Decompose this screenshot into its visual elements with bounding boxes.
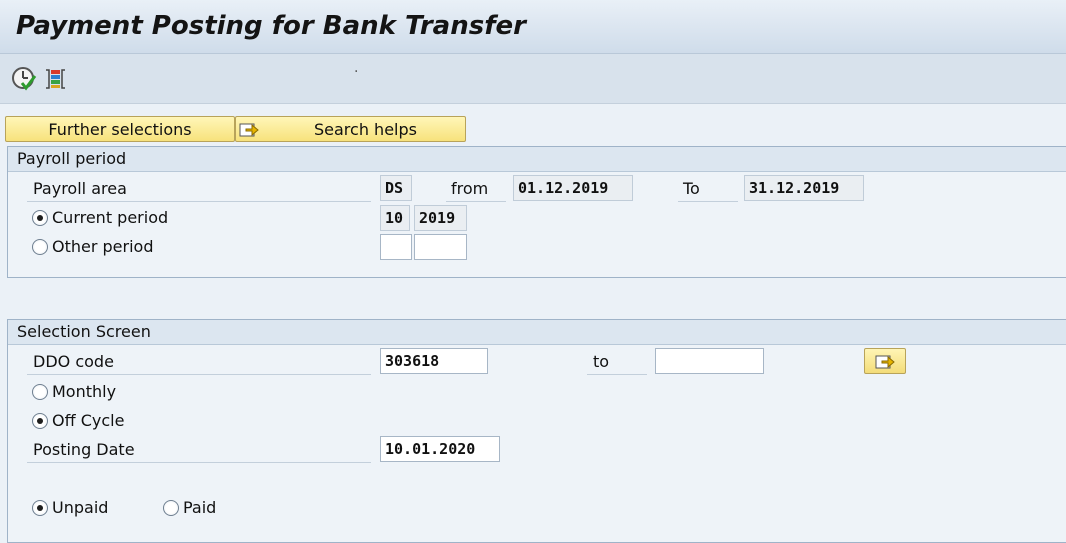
page-title: Payment Posting for Bank Transfer (16, 11, 526, 41)
payroll-area-label: Payroll area (33, 179, 127, 198)
search-helps-button[interactable]: Search helps (235, 116, 466, 142)
to-date-field: 31.12.2019 (744, 175, 864, 201)
payroll-area-underline (27, 201, 371, 202)
variants-list-icon[interactable] (42, 65, 70, 93)
paid-radio[interactable] (163, 500, 179, 516)
other-period-number-field[interactable] (380, 234, 412, 260)
ddo-code-underline (27, 374, 371, 375)
content-area: Further selections Search helps Payroll … (0, 104, 1066, 543)
off-cycle-label: Off Cycle (52, 411, 125, 430)
ddo-code-label: DDO code (33, 352, 114, 371)
off-cycle-radio[interactable] (32, 413, 48, 429)
posting-date-underline (27, 462, 371, 463)
application-toolbar: · (0, 54, 1066, 104)
from-label: from (451, 179, 489, 198)
ddo-to-underline (587, 374, 647, 375)
posting-date-label: Posting Date (33, 440, 135, 459)
multiple-selection-icon (874, 351, 896, 375)
current-period-label: Current period (52, 208, 169, 227)
to-label: To (683, 179, 700, 198)
ddo-code-field[interactable]: 303618 (380, 348, 488, 374)
payroll-period-header: Payroll period (8, 147, 1066, 172)
search-helps-label: Search helps (314, 120, 417, 139)
to-underline (678, 201, 738, 202)
other-period-year-field[interactable] (414, 234, 467, 260)
unpaid-radio[interactable] (32, 500, 48, 516)
search-helps-icon (238, 119, 260, 147)
payroll-area-field: DS (380, 175, 412, 201)
ddo-code-to-field[interactable] (655, 348, 764, 374)
current-period-radio[interactable] (32, 210, 48, 226)
toolbar-dot: · (354, 64, 359, 80)
paid-label: Paid (183, 498, 217, 517)
ddo-to-label: to (593, 352, 610, 371)
selection-screen-header: Selection Screen (8, 320, 1066, 345)
payroll-period-frame: Payroll period Payroll area DS from 01.1… (7, 146, 1066, 278)
from-date-field: 01.12.2019 (513, 175, 633, 201)
further-selections-button[interactable]: Further selections (5, 116, 235, 142)
monthly-radio[interactable] (32, 384, 48, 400)
multiple-selection-button[interactable] (864, 348, 906, 374)
from-underline (446, 201, 506, 202)
selection-screen-frame: Selection Screen DDO code 303618 to Mont… (7, 319, 1066, 543)
other-period-radio[interactable] (32, 239, 48, 255)
unpaid-label: Unpaid (52, 498, 109, 517)
other-period-label: Other period (52, 237, 154, 256)
monthly-label: Monthly (52, 382, 117, 401)
execute-clock-icon[interactable] (10, 65, 38, 93)
current-period-number-field: 10 (380, 205, 410, 231)
current-period-year-field: 2019 (414, 205, 467, 231)
title-bar: Payment Posting for Bank Transfer (0, 0, 1066, 54)
further-selections-label: Further selections (48, 120, 192, 139)
posting-date-field[interactable]: 10.01.2020 (380, 436, 500, 462)
